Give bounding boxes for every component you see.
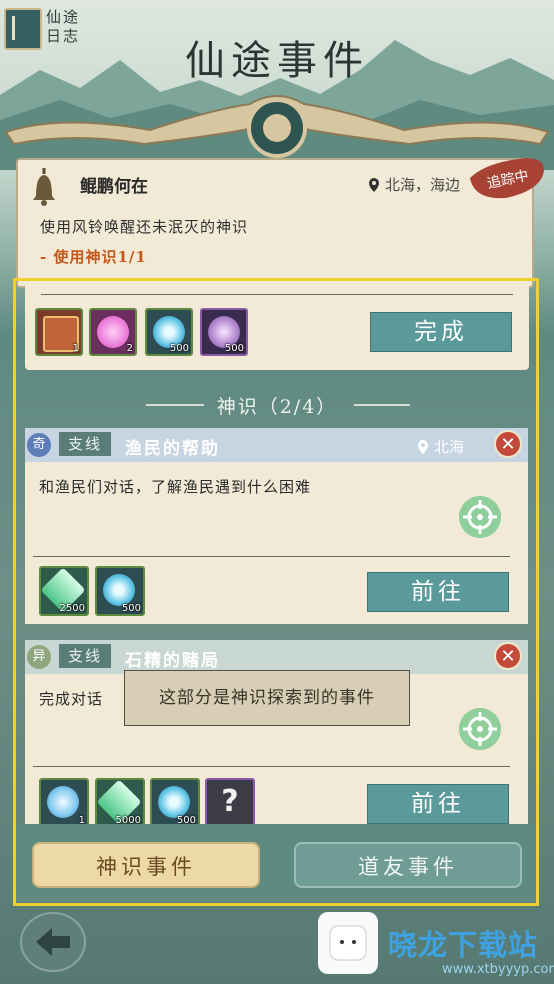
page-title: 仙途事件 bbox=[185, 38, 369, 84]
watermark-url: www.xtbyyyp.com bbox=[442, 962, 554, 977]
watermark-logo bbox=[318, 912, 378, 974]
location-pin-icon bbox=[369, 178, 379, 192]
watermark-text: 晓龙下载站 bbox=[388, 928, 539, 962]
journal-label-line1: 仙途 bbox=[46, 8, 81, 26]
tracking-badge: 追踪中 bbox=[470, 158, 544, 199]
main-quest-progress: - 使用神识1/1 bbox=[40, 248, 147, 266]
tab-companion-events[interactable]: 道友事件 bbox=[294, 842, 522, 888]
tab-spirit-events[interactable]: 神识事件 bbox=[32, 842, 260, 888]
back-arrow-icon bbox=[36, 928, 70, 956]
highlight-frame bbox=[13, 278, 539, 906]
back-button[interactable] bbox=[20, 912, 86, 972]
watermark-face-icon bbox=[329, 925, 367, 961]
main-quest-name: 鲲鹏何在 bbox=[80, 177, 148, 197]
main-quest-location: 北海，海边 bbox=[368, 174, 460, 195]
bell-icon bbox=[33, 168, 55, 206]
main-quest-description: 使用风铃唤醒还未泯灭的神识 bbox=[40, 218, 249, 236]
